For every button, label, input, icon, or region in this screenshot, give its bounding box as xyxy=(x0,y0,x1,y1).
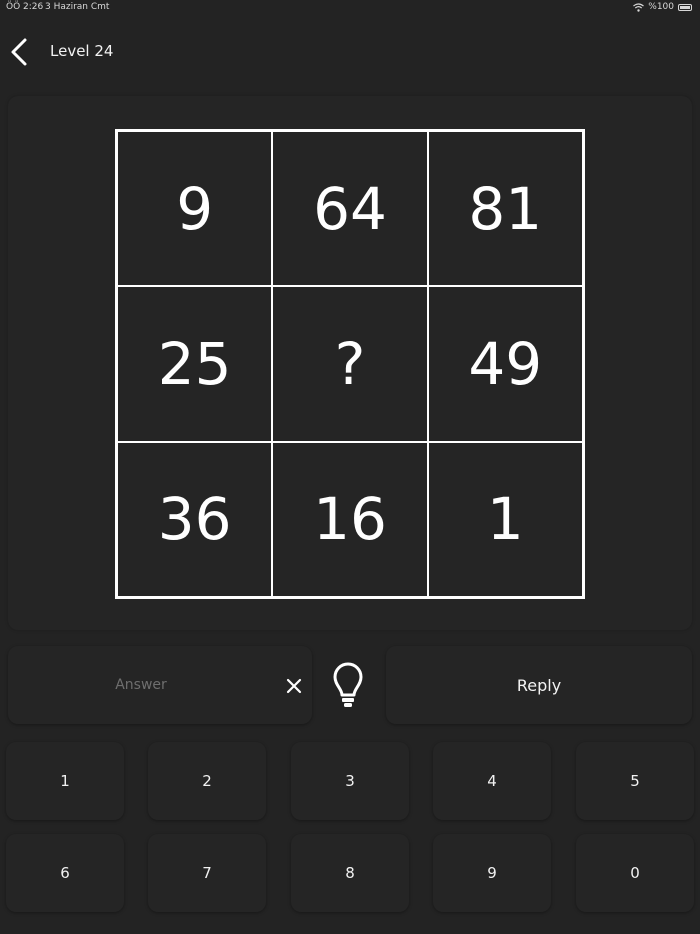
puzzle-grid: 9 64 81 25 ? 49 36 16 1 xyxy=(115,129,585,599)
answer-input[interactable] xyxy=(26,666,256,704)
puzzle-cell: 25 xyxy=(117,286,273,442)
lightbulb-icon xyxy=(333,662,363,707)
key-8[interactable]: 8 xyxy=(291,834,409,912)
reply-button[interactable]: Reply xyxy=(386,646,692,724)
puzzle-cell: 16 xyxy=(272,441,428,597)
key-4[interactable]: 4 xyxy=(433,742,551,820)
close-icon xyxy=(286,678,302,694)
puzzle-cell: 49 xyxy=(427,286,583,442)
key-6[interactable]: 6 xyxy=(6,834,124,912)
clear-button[interactable] xyxy=(274,675,314,697)
wifi-icon xyxy=(633,2,645,12)
status-bar: ÖÖ 2:26 3 Haziran Cmt %100 xyxy=(0,0,700,14)
status-indicators: %100 xyxy=(633,2,692,12)
puzzle-cell: 1 xyxy=(427,441,583,597)
puzzle-cell: 9 xyxy=(117,131,273,287)
key-7[interactable]: 7 xyxy=(148,834,266,912)
status-time: ÖÖ 2:26 xyxy=(6,2,44,12)
status-date: 3 Haziran Cmt xyxy=(45,2,110,12)
header: Level 24 xyxy=(0,28,700,76)
answer-box xyxy=(8,646,312,724)
puzzle-cell: 64 xyxy=(272,131,428,287)
key-0[interactable]: 0 xyxy=(576,834,694,912)
puzzle-cell: 36 xyxy=(117,441,273,597)
battery-icon xyxy=(678,3,692,11)
key-3[interactable]: 3 xyxy=(291,742,409,820)
key-2[interactable]: 2 xyxy=(148,742,266,820)
puzzle-cell-unknown: ? xyxy=(272,286,428,442)
hint-button[interactable] xyxy=(325,658,371,714)
chevron-left-icon xyxy=(11,38,27,66)
level-title: Level 24 xyxy=(50,42,114,60)
battery-percent: %100 xyxy=(648,2,674,12)
key-1[interactable]: 1 xyxy=(6,742,124,820)
key-9[interactable]: 9 xyxy=(433,834,551,912)
key-5[interactable]: 5 xyxy=(576,742,694,820)
back-button[interactable] xyxy=(4,36,34,68)
puzzle-cell: 81 xyxy=(427,131,583,287)
